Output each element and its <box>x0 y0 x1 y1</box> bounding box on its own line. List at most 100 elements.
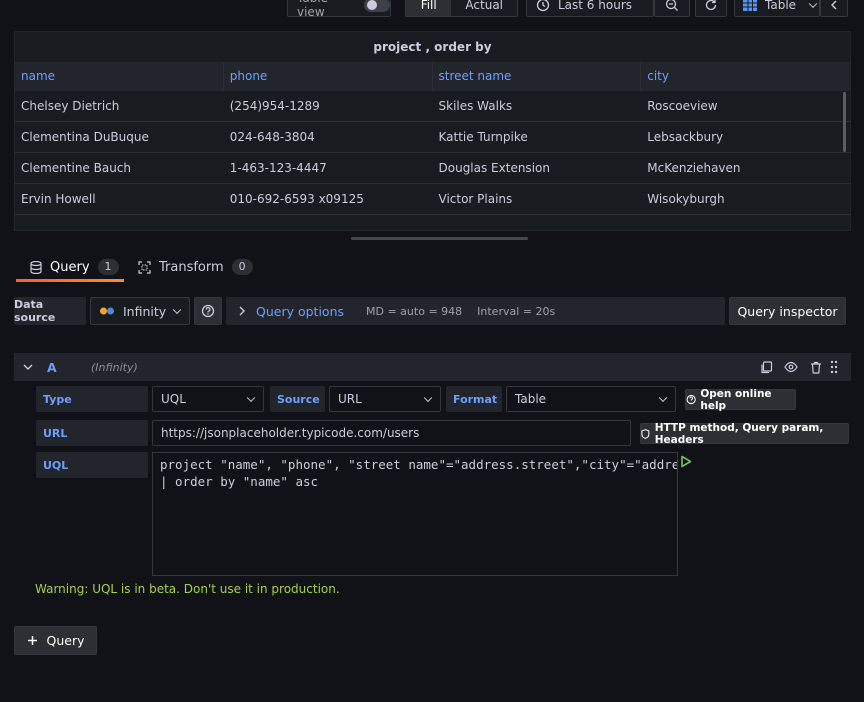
table-cell: Wisokyburgh <box>647 192 725 206</box>
vertical-scrollbar[interactable] <box>843 92 846 152</box>
fill-actual-group: Fill Actual <box>405 0 518 17</box>
table-cell: Douglas Extension <box>438 161 550 175</box>
visualization-picker[interactable]: Table <box>734 0 820 17</box>
table-row: Ervin Howell 010-692-6593 x09125 Victor … <box>15 184 850 215</box>
query-options-label: Query options <box>256 303 345 319</box>
format-value: Table <box>515 392 547 406</box>
actual-button[interactable]: Actual <box>451 0 517 16</box>
uql-editor[interactable]: project "name", "phone", "street name"="… <box>152 452 678 576</box>
time-range-label: Last 6 hours <box>558 0 632 12</box>
query-ref-id[interactable]: A <box>47 360 57 375</box>
table-row: Clementine Bauch 1-463-123-4447 Douglas … <box>15 153 850 184</box>
chevron-down-icon <box>172 305 182 315</box>
viz-label: Table <box>765 0 797 12</box>
tab-query[interactable]: Query 1 <box>30 256 119 278</box>
table-cell: 024-648-3804 <box>229 130 315 144</box>
table-cell: Lebsackbury <box>647 130 724 144</box>
transform-icon <box>138 260 151 274</box>
type-select[interactable]: UQL <box>152 386 264 412</box>
table-cell: Victor Plains <box>438 192 513 206</box>
format-select[interactable]: Table <box>506 386 676 412</box>
time-range-picker[interactable]: Last 6 hours <box>526 0 654 17</box>
chevron-down-icon <box>658 393 668 403</box>
url-label: URL <box>36 420 148 446</box>
eye-icon[interactable] <box>784 361 798 373</box>
clock-icon <box>536 0 550 11</box>
table-view-label: Table view <box>297 0 328 19</box>
run-query-icon[interactable] <box>680 455 692 468</box>
column-header[interactable]: street name <box>433 62 642 91</box>
query-ds-name: (Infinity) <box>91 361 138 374</box>
tab-transform-label: Transform <box>159 259 224 275</box>
trash-icon[interactable] <box>810 361 822 374</box>
plus-icon <box>27 636 37 645</box>
query-options-bar[interactable]: Query options MD = auto = 948 Interval =… <box>226 297 725 325</box>
table-cell: Kattie Turnpike <box>438 130 528 144</box>
chevron-down-icon[interactable] <box>23 363 33 371</box>
table-cell: Skiles Walks <box>438 99 513 113</box>
shield-icon <box>641 428 650 439</box>
tab-transform-count: 0 <box>231 259 253 275</box>
panel-title: project , order by <box>373 40 492 54</box>
zoom-out-icon <box>665 0 678 11</box>
fill-button[interactable]: Fill <box>406 0 452 16</box>
interval: Interval = 20s <box>477 304 556 318</box>
source-select[interactable]: URL <box>329 386 441 412</box>
url-input[interactable]: https://jsonplaceholder.typicode.com/use… <box>152 420 631 446</box>
table-panel: project , order by name phone street nam… <box>14 31 851 231</box>
http-settings-label: HTTP method, Query param, Headers <box>654 421 824 446</box>
chevron-left-icon <box>831 0 837 9</box>
format-label: Format <box>446 386 502 412</box>
table-icon <box>743 0 757 11</box>
open-help-button[interactable]: Open online help <box>685 387 796 412</box>
table-cell: McKenziehaven <box>647 161 741 175</box>
add-query-button[interactable]: Query <box>14 626 97 655</box>
toggle-switch[interactable] <box>363 0 390 12</box>
data-source-picker[interactable]: Infinity <box>90 297 190 325</box>
table-cell: Clementina DuBuque <box>21 130 149 144</box>
url-value: https://jsonplaceholder.typicode.com/use… <box>161 426 420 440</box>
http-settings-button[interactable]: HTTP method, Query param, Headers <box>640 421 849 446</box>
data-source-name: Infinity <box>123 303 167 319</box>
tab-query-count: 1 <box>97 259 119 275</box>
table-row: Clementina DuBuque 024-648-3804 Kattie T… <box>15 122 850 153</box>
copy-icon[interactable] <box>760 361 773 374</box>
table-view-toggle[interactable]: Table view <box>287 0 391 19</box>
query-row-header: A (Infinity) <box>14 353 851 381</box>
help-button[interactable] <box>194 297 222 325</box>
table-cell: Ervin Howell <box>21 192 96 206</box>
open-help-label: Open online help <box>700 387 772 412</box>
source-label: Source <box>270 386 325 412</box>
infinity-logo-icon <box>100 307 114 315</box>
chevron-right-icon <box>239 306 245 316</box>
add-query-label: Query <box>46 633 85 648</box>
column-header[interactable]: city <box>641 62 850 91</box>
table-cell: Clementine Bauch <box>21 161 132 175</box>
table-header: name phone street name city <box>15 62 850 91</box>
type-label: Type <box>36 386 148 412</box>
refresh-icon <box>705 0 717 10</box>
column-header[interactable]: phone <box>224 62 433 91</box>
source-value: URL <box>338 392 362 406</box>
chevron-down-icon <box>423 393 433 403</box>
panel-resize-handle[interactable] <box>351 237 528 240</box>
chevron-down-icon <box>808 0 818 8</box>
chevron-down-icon <box>246 393 256 403</box>
table-cell: (254)954-1289 <box>229 99 320 113</box>
drag-handle-icon[interactable] <box>830 360 838 374</box>
tab-transform[interactable]: Transform 0 <box>138 256 253 278</box>
tab-query-label: Query <box>50 259 90 275</box>
refresh-button[interactable] <box>695 0 727 17</box>
question-icon <box>201 304 215 318</box>
uql-line: project "name", "phone", "street name"="… <box>160 457 677 472</box>
uql-warning: Warning: UQL is in beta. Don't use it in… <box>35 582 340 596</box>
database-icon <box>30 260 42 274</box>
table-cell: 1-463-123-4447 <box>229 161 327 175</box>
max-data-points: MD = auto = 948 <box>366 304 463 318</box>
collapse-button[interactable] <box>820 0 848 17</box>
data-source-label: Data source <box>14 297 86 325</box>
query-inspector-button[interactable]: Query inspector <box>729 297 846 325</box>
uql-line: | order by "name" asc <box>160 474 319 489</box>
zoom-out-button[interactable] <box>654 0 690 17</box>
column-header[interactable]: name <box>15 62 224 91</box>
